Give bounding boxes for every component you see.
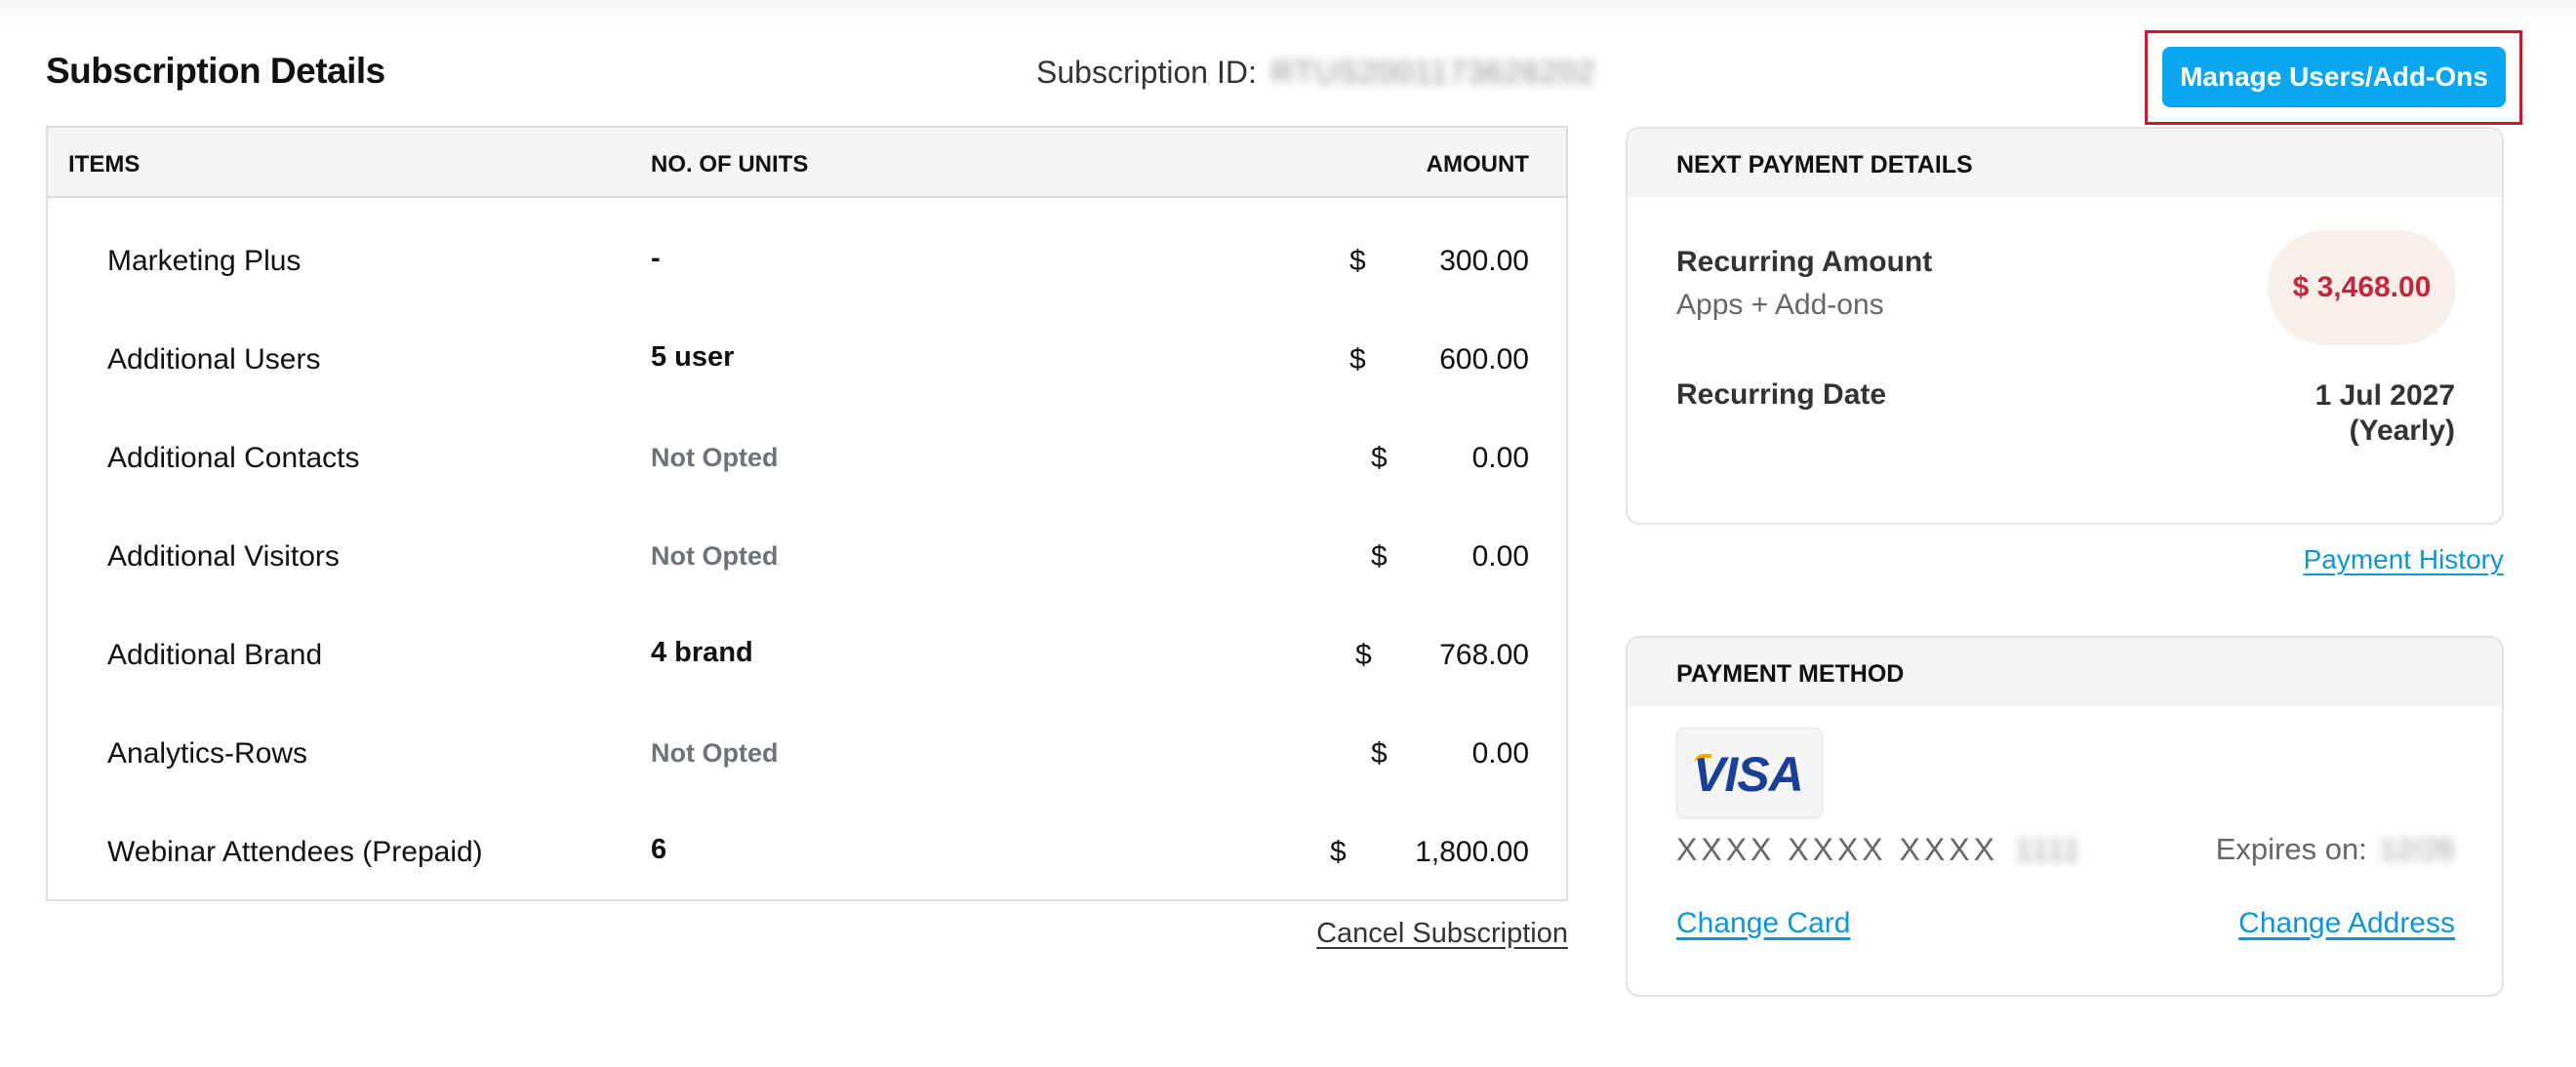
expires-value: 12/26 [2379,832,2455,866]
item-units: 5 user [651,341,735,373]
item-units: - [651,243,661,274]
items-table-header: ITEMS NO. OF UNITS AMOUNT [48,128,1566,198]
card-number: XXXX XXXX XXXX 1111 [1676,832,2081,868]
item-amount: 300.00 [1439,245,1529,277]
item-units: 4 brand [651,637,753,668]
column-header-amount: AMOUNT [1426,151,1529,178]
next-payment-heading: NEXT PAYMENT DETAILS [1676,151,1973,178]
recurring-amount-label: Recurring Amount [1676,246,1933,278]
item-currency: $ [1371,442,1388,474]
item-units: Not Opted [651,738,779,768]
recurring-period: (Yearly) [2349,415,2455,447]
visa-flag-icon [1694,754,1711,766]
table-row: Additional Contacts Not Opted $ 0.00 [48,428,1566,487]
change-address-link[interactable]: Change Address [2238,907,2455,940]
column-header-units: NO. OF UNITS [651,151,809,178]
item-currency: $ [1349,343,1366,375]
card-number-masked: XXXX XXXX XXXX [1676,832,1998,867]
visa-card-icon: VISA [1676,728,1823,817]
table-row: Webinar Attendees (Prepaid) 6 $ 1,800.00 [48,822,1566,881]
expires-label: Expires on: [2215,832,2367,866]
next-payment-card: NEXT PAYMENT DETAILS Recurring Amount Ap… [1626,127,2504,525]
item-name: Additional Contacts [107,442,360,474]
card-number-last4: 1111 [2014,832,2081,867]
item-name: Additional Brand [107,639,323,671]
item-name: Webinar Attendees (Prepaid) [107,836,483,868]
recurring-date-label: Recurring Date [1676,378,1887,411]
table-row: Additional Visitors Not Opted $ 0.00 [48,527,1566,585]
page-title: Subscription Details [46,51,385,91]
item-name: Marketing Plus [107,245,302,277]
item-currency: $ [1371,737,1388,770]
change-card-link[interactable]: Change Card [1676,907,1850,940]
recurring-amount-sub: Apps + Add-ons [1676,289,1884,321]
recurring-date-value: 1 Jul 2027 [2314,379,2455,412]
payment-method-card: PAYMENT METHOD VISA XXXX XXXX XXXX 1111 … [1626,636,2504,997]
item-currency: $ [1349,245,1366,277]
item-amount: 0.00 [1471,540,1529,573]
item-name: Additional Users [107,343,321,375]
items-table: ITEMS NO. OF UNITS AMOUNT Marketing Plus… [46,126,1568,901]
recurring-amount-value: $ 3,468.00 [2268,230,2456,345]
subscription-id-value: RTUS2001173626202 [1270,55,1596,90]
table-row: Marketing Plus - $ 300.00 [48,231,1566,290]
table-row: Additional Users 5 user $ 600.00 [48,330,1566,388]
next-payment-header: NEXT PAYMENT DETAILS [1628,129,2502,197]
item-name: Additional Visitors [107,540,340,573]
card-expiry: Expires on: 12/26 [2216,832,2455,867]
item-currency: $ [1371,540,1388,573]
item-amount: 1,800.00 [1415,836,1529,868]
item-currency: $ [1355,639,1372,671]
item-units: Not Opted [651,541,779,571]
subscription-id-label: Subscription ID: [1036,55,1257,90]
table-row: Additional Brand 4 brand $ 768.00 [48,625,1566,684]
item-amount: 0.00 [1471,442,1529,474]
payment-history-link[interactable]: Payment History [2304,544,2504,575]
cancel-subscription-link[interactable]: Cancel Subscription [1316,918,1568,950]
column-header-items: ITEMS [68,151,141,178]
top-shade [0,0,2576,29]
recurring-date: 1 Jul 2027 (Yearly) [2315,378,2455,449]
payment-method-heading: PAYMENT METHOD [1676,660,1905,688]
item-currency: $ [1330,836,1347,868]
item-units: Not Opted [651,443,779,472]
payment-method-header: PAYMENT METHOD [1628,638,2502,706]
item-units: 6 [651,834,667,865]
table-row: Analytics-Rows Not Opted $ 0.00 [48,724,1566,782]
item-amount: 0.00 [1471,737,1529,770]
manage-users-addons-button[interactable]: Manage Users/Add-Ons [2162,47,2506,107]
subscription-id: Subscription ID: RTUS2001173626202 [1036,55,1595,91]
item-name: Analytics-Rows [107,737,308,770]
item-amount: 600.00 [1439,343,1529,375]
item-amount: 768.00 [1439,639,1529,671]
